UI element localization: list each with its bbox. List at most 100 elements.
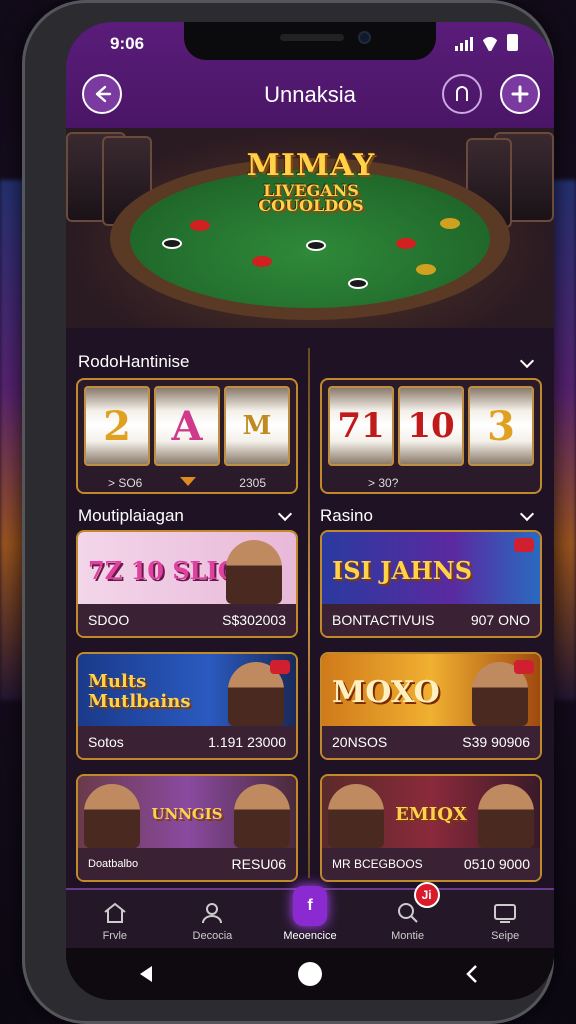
game-card-left: SDOO <box>88 612 130 628</box>
section-title-right-mid: Rasino <box>320 506 373 525</box>
back-chevron-icon[interactable] <box>462 963 484 985</box>
chevron-down-icon[interactable] <box>519 353 535 369</box>
game-card[interactable]: ISI JAHNS BONTACTIVUIS 907 ONO <box>320 530 542 638</box>
system-navigation-bar <box>66 948 554 1000</box>
chevron-down-icon[interactable] <box>519 506 535 522</box>
slot-caption-left: > SO6 <box>108 476 143 490</box>
game-card-left: Sotos <box>88 734 124 750</box>
section-title-left-mid: Moutiplaiagan <box>78 506 184 525</box>
chip <box>252 256 272 267</box>
game-card-right: S39 90906 <box>462 734 530 750</box>
home-button-icon[interactable] <box>297 961 323 987</box>
game-list: RodoHantinise 2 A M > SO6 2305 71 10 3 > <box>66 328 554 888</box>
game-banner-text: Mults Mutlbains <box>88 671 191 712</box>
recent-apps-icon[interactable] <box>136 963 158 985</box>
bottom-navigation: Frvle Decocia f Meoencice Ji Montie Seip… <box>66 882 554 948</box>
game-card-footer: SDOO S$302003 <box>78 604 296 636</box>
game-banner-text: EMIQX <box>395 803 467 825</box>
slot-caption-left: > 30? <box>368 476 399 490</box>
column-divider <box>308 348 310 878</box>
nav-label: Decocia <box>192 930 233 942</box>
chip <box>306 240 326 251</box>
slot-reels: 2 A M <box>84 386 290 466</box>
nav-item-screen[interactable]: Seipe <box>465 900 545 942</box>
game-card-right: 1.191 23000 <box>208 734 286 750</box>
active-tab-icon: f <box>292 886 327 926</box>
game-card-left: Doatbalbo <box>88 858 139 870</box>
battery-icon <box>507 34 518 51</box>
game-banner-text: ISI JAHNS <box>332 555 473 585</box>
hot-badge <box>270 660 290 674</box>
game-card[interactable]: UNNGIS Doatbalbo RESU06 <box>76 774 298 882</box>
notification-badge: Ji <box>413 882 440 908</box>
chip <box>348 278 368 289</box>
reel-symbol: 10 <box>398 386 464 466</box>
game-card[interactable]: EMIQX MR BCEGBOOS 0510 9000 <box>320 774 542 882</box>
game-card-footer: Sotos 1.191 23000 <box>78 726 296 758</box>
chip <box>162 238 182 249</box>
chevron-down-icon[interactable] <box>277 506 293 522</box>
hero-logo-line1: MIMAY <box>246 148 376 183</box>
chip <box>440 218 460 229</box>
hero-logo: MIMAY LIVEGANS COUOLDOS <box>216 148 406 215</box>
game-card[interactable]: Mults Mutlbains Sotos 1.191 23000 <box>76 652 298 760</box>
game-card-footer: MR BCEGBOOS 0510 9000 <box>322 848 540 880</box>
front-camera <box>358 31 371 44</box>
game-card[interactable]: MOXO 20NSOS S39 90906 <box>320 652 542 760</box>
chip <box>416 264 436 275</box>
slot-game-1[interactable]: 2 A M > SO6 2305 <box>76 378 298 494</box>
nav-label: Seipe <box>491 930 520 942</box>
reel-symbol: M <box>224 386 290 466</box>
slot-caption-right: 2305 <box>239 476 266 490</box>
game-card-footer: 20NSOS S39 90906 <box>322 726 540 758</box>
reel-symbol: 2 <box>84 386 150 466</box>
character-figure <box>84 784 140 848</box>
game-card-footer: BONTACTIVUIS 907 ONO <box>322 604 540 636</box>
user-icon <box>199 900 225 926</box>
game-banner-text: MOXO <box>332 674 440 710</box>
game-card-left: BONTACTIVUIS <box>332 612 435 628</box>
reel-symbol: 3 <box>468 386 534 466</box>
reel-symbol: 71 <box>328 386 394 466</box>
game-card-right: S$302003 <box>222 612 286 628</box>
profile-button[interactable] <box>442 74 482 114</box>
character-figure <box>226 540 282 604</box>
notch <box>184 22 436 60</box>
game-banner: ISI JAHNS <box>322 532 540 608</box>
triangle-down-icon <box>180 477 196 486</box>
character-figure <box>234 784 290 848</box>
nav-label: Montie <box>391 930 425 942</box>
nav-item-active[interactable]: f Meoencice <box>270 886 350 942</box>
wifi-icon <box>481 37 499 51</box>
user-outline-icon <box>456 86 468 101</box>
game-card-right: 907 ONO <box>470 612 530 628</box>
screen-icon <box>492 900 518 926</box>
nav-item-home[interactable]: Frvle <box>75 900 155 942</box>
nav-item-search[interactable]: Ji Montie <box>368 882 448 942</box>
hero-banner[interactable]: MIMAY LIVEGANS COUOLDOS <box>66 128 554 328</box>
hot-badge <box>514 538 534 552</box>
signal-icon <box>455 37 473 51</box>
game-card-left: MR BCEGBOOS <box>332 857 423 871</box>
hero-logo-line3: COUOLDOS <box>258 196 364 215</box>
slot-reels: 71 10 3 <box>328 386 534 466</box>
nav-label: Frvle <box>102 930 128 942</box>
nav-item-user[interactable]: Decocia <box>172 900 252 942</box>
game-banner-text: UNNGIS <box>151 805 223 823</box>
status-icons <box>455 34 518 51</box>
reel-symbol: A <box>154 386 220 466</box>
section-title-left-top: RodoHantinise <box>78 352 190 371</box>
add-button[interactable] <box>500 74 540 114</box>
nav-label: Meoencice <box>283 930 337 942</box>
game-card[interactable]: 7Z 10 SLIG SDOO S$302003 <box>76 530 298 638</box>
character-figure <box>328 784 384 848</box>
game-banner-text: 7Z 10 SLIG <box>88 555 239 585</box>
game-card-right: 0510 9000 <box>463 856 530 872</box>
chip <box>190 220 210 231</box>
hot-badge <box>514 660 534 674</box>
app-screen: 9:06 Unnaksia MIMAY LIVEGANS COUOLDOS Ro… <box>66 22 554 1000</box>
slot-game-2[interactable]: 71 10 3 > 30? <box>320 378 542 494</box>
speaker-grille <box>280 34 344 41</box>
phone-frame: 9:06 Unnaksia MIMAY LIVEGANS COUOLDOS Ro… <box>22 0 554 1024</box>
game-card-footer: Doatbalbo RESU06 <box>78 848 296 880</box>
